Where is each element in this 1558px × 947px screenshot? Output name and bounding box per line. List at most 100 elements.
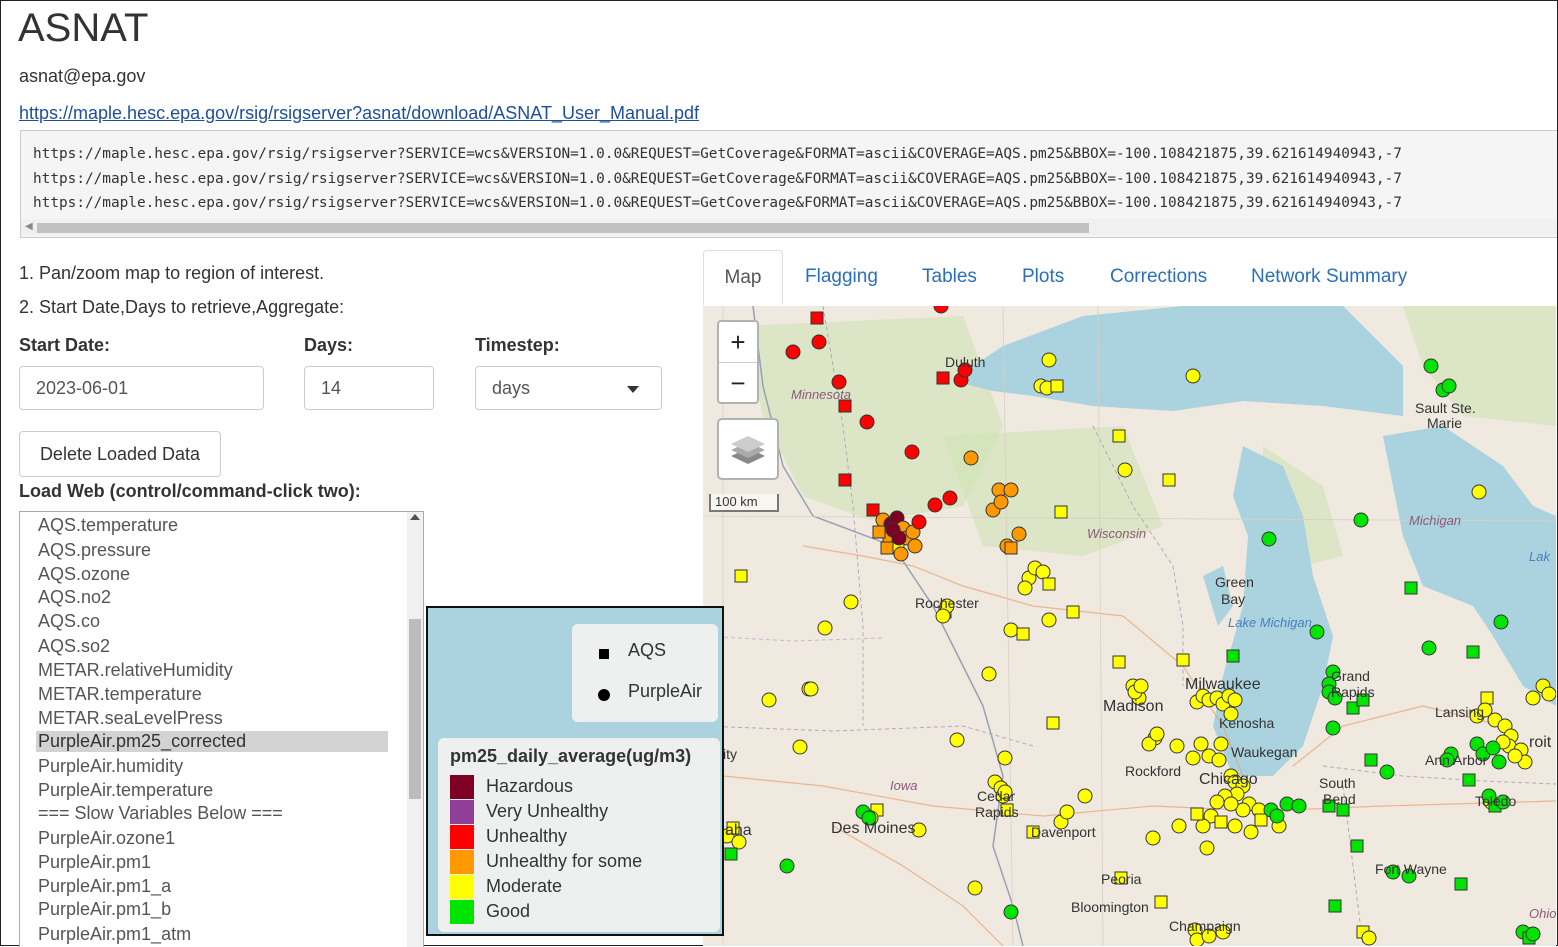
purpleair-station-marker[interactable] [1541,686,1556,702]
aqs-station-marker[interactable] [1480,691,1494,705]
purpleair-station-marker[interactable] [1011,526,1027,542]
list-item[interactable]: AQS.no2 [38,587,111,608]
purpleair-station-marker[interactable] [1227,818,1243,834]
purpleair-station-marker[interactable] [817,620,833,636]
list-item[interactable]: AQS.so2 [38,636,110,657]
purpleair-station-marker[interactable] [997,750,1013,766]
purpleair-station-marker[interactable] [1185,368,1201,384]
tab-plots[interactable]: Plots [1022,266,1064,288]
purpleair-station-marker[interactable] [1485,740,1501,756]
purpleair-station-marker[interactable] [1441,378,1457,394]
aqs-station-marker[interactable] [1004,541,1018,555]
purpleair-station-marker[interactable] [1471,484,1487,500]
purpleair-station-marker[interactable] [1117,462,1133,478]
tab-tables[interactable]: Tables [922,266,977,288]
purpleair-station-marker[interactable] [993,494,1009,510]
purpleair-station-marker[interactable] [1491,754,1507,770]
aqs-station-marker[interactable] [1066,605,1080,619]
aqs-station-marker[interactable] [810,311,824,325]
purpleair-station-marker[interactable] [1243,824,1259,840]
list-item[interactable]: PurpleAir.temperature [38,780,213,801]
purpleair-station-marker[interactable] [1185,750,1201,766]
purpleair-station-marker[interactable] [792,739,808,755]
aqs-station-marker[interactable] [880,541,894,555]
purpleair-station-marker[interactable] [1169,738,1185,754]
list-item[interactable]: PurpleAir.pm1_a [38,876,171,897]
list-item[interactable]: PurpleAir.humidity [38,756,183,777]
purpleair-station-marker[interactable] [761,692,777,708]
aqs-station-marker[interactable] [936,371,950,385]
aqs-station-marker[interactable] [1050,379,1064,393]
purpleair-station-marker[interactable] [1309,624,1325,640]
list-item[interactable]: AQS.ozone [38,564,130,585]
purpleair-station-marker[interactable] [1193,736,1209,752]
purpleair-station-marker[interactable] [1059,804,1075,820]
aqs-station-marker[interactable] [1112,655,1126,669]
aqs-station-marker[interactable] [1462,773,1476,787]
purpleair-station-marker[interactable] [1379,764,1395,780]
purpleair-station-marker[interactable] [911,514,927,530]
list-item[interactable]: PurpleAir.ozone1 [38,828,175,849]
layers-button[interactable] [717,418,779,480]
purpleair-station-marker[interactable] [949,732,965,748]
aqs-station-marker[interactable] [1466,645,1480,659]
purpleair-station-marker[interactable] [1291,798,1307,814]
aqs-station-marker[interactable] [1254,813,1268,827]
purpleair-station-marker[interactable] [1003,482,1019,498]
purpleair-station-marker[interactable] [1211,752,1227,768]
list-item[interactable]: PurpleAir.pm1_atm [38,924,191,945]
purpleair-station-marker[interactable] [1361,930,1377,946]
aqs-station-marker[interactable] [1046,716,1060,730]
aqs-station-marker[interactable] [1454,877,1468,891]
purpleair-station-marker[interactable] [1325,720,1341,736]
purpleair-station-marker[interactable] [981,666,997,682]
aqs-station-marker[interactable] [1162,473,1176,487]
purpleair-station-marker[interactable] [907,538,923,554]
tab-flagging[interactable]: Flagging [805,266,878,288]
list-item[interactable]: METAR.seaLevelPress [38,708,223,729]
aqs-station-marker[interactable] [734,569,748,583]
aqs-station-marker[interactable] [1404,581,1418,595]
purpleair-station-marker[interactable] [1353,512,1369,528]
zoom-out-button[interactable]: − [719,363,757,403]
purpleair-station-marker[interactable] [1035,564,1051,580]
purpleair-station-marker[interactable] [1149,726,1165,742]
purpleair-station-marker[interactable] [904,444,920,460]
purpleair-station-marker[interactable] [967,880,983,896]
list-item[interactable]: AQS.temperature [38,515,178,536]
aqs-station-marker[interactable] [724,847,738,861]
list-item[interactable]: AQS.co [38,611,100,632]
aqs-station-marker[interactable] [1016,627,1030,641]
purpleair-station-marker[interactable] [1195,818,1211,834]
aqs-station-marker[interactable] [1364,753,1378,767]
aqs-station-marker[interactable] [1226,649,1240,663]
aqs-station-marker[interactable] [1214,815,1228,829]
purpleair-station-marker[interactable] [1227,692,1243,708]
purpleair-station-marker[interactable] [1077,788,1093,804]
user-manual-link[interactable]: https://maple.hesc.epa.gov/rsig/rsigserv… [19,103,699,124]
purpleair-station-marker[interactable] [1525,926,1541,942]
tab-map[interactable]: Map [703,250,783,305]
tab-network-summary[interactable]: Network Summary [1251,266,1407,288]
map-view[interactable]: + − 100 km Duluth Minnesota Sault Ste. M… [703,306,1556,946]
purpleair-station-marker[interactable] [803,681,819,697]
purpleair-station-marker[interactable] [1213,736,1229,752]
purpleair-station-marker[interactable] [963,450,979,466]
purpleair-station-marker[interactable] [935,608,951,624]
list-item[interactable]: AQS.pressure [38,540,151,561]
list-item[interactable]: METAR.temperature [38,684,202,705]
aqs-station-marker[interactable] [872,525,886,539]
list-item[interactable]: METAR.relativeHumidity [38,660,233,681]
purpleair-station-marker[interactable] [1017,580,1033,596]
purpleair-station-marker[interactable] [1145,830,1161,846]
aqs-station-marker[interactable] [1190,807,1204,821]
purpleair-station-marker[interactable] [779,858,795,874]
delete-loaded-data-button[interactable]: Delete Loaded Data [19,431,221,477]
purpleair-station-marker[interactable] [1421,640,1437,656]
aqs-station-marker[interactable] [866,503,880,517]
scroll-left-icon[interactable]: ◀ [25,221,33,232]
aqs-station-marker[interactable] [1112,429,1126,443]
purpleair-station-marker[interactable] [1171,818,1187,834]
purpleair-station-marker[interactable] [785,344,801,360]
purpleair-station-marker[interactable] [1041,352,1057,368]
